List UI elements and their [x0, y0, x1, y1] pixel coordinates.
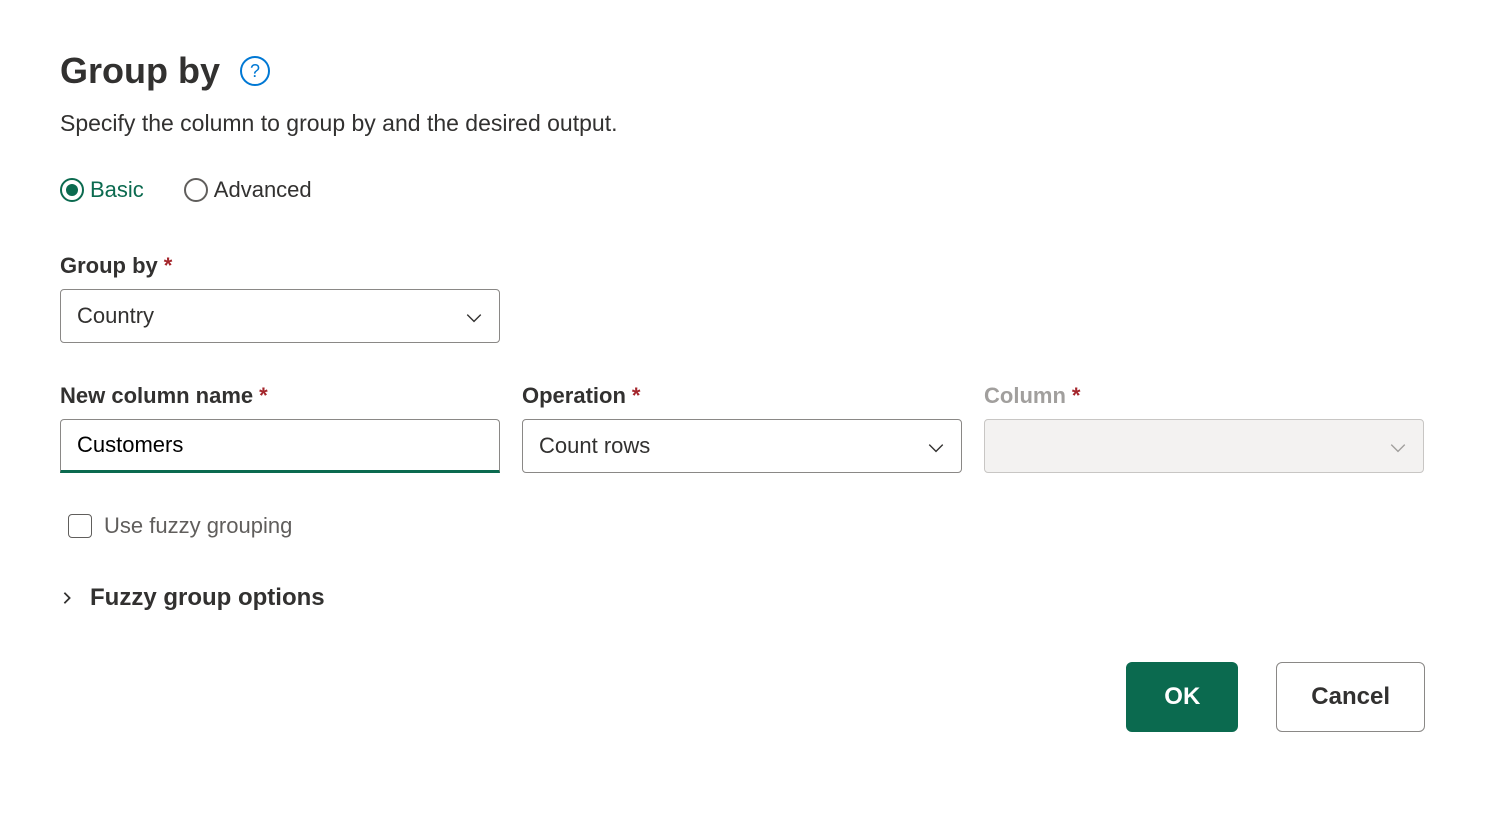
operation-label-text: Operation	[522, 383, 626, 409]
fuzzy-grouping-checkbox[interactable]: Use fuzzy grouping	[60, 513, 1428, 539]
required-asterisk: *	[1072, 383, 1081, 409]
new-column-field: New column name *	[60, 383, 500, 473]
operation-dropdown[interactable]: Count rows	[522, 419, 962, 473]
radio-basic-label: Basic	[90, 177, 144, 203]
group-by-label: Group by *	[60, 253, 1428, 279]
chevron-down-icon	[927, 437, 945, 455]
group-by-field: Group by * Country	[60, 253, 1428, 343]
required-asterisk: *	[632, 383, 641, 409]
radio-unselected-icon	[184, 178, 208, 202]
column-label-text: Column	[984, 383, 1066, 409]
dialog-description: Specify the column to group by and the d…	[60, 110, 1428, 137]
column-field: Column *	[984, 383, 1424, 473]
operation-label: Operation *	[522, 383, 962, 409]
radio-advanced[interactable]: Advanced	[184, 177, 312, 203]
required-asterisk: *	[259, 383, 268, 409]
required-asterisk: *	[164, 253, 173, 279]
radio-basic[interactable]: Basic	[60, 177, 144, 203]
new-column-input[interactable]	[60, 419, 500, 473]
column-label: Column *	[984, 383, 1424, 409]
dialog-header: Group by ?	[60, 50, 1428, 92]
help-icon[interactable]: ?	[240, 56, 270, 86]
mode-radio-group: Basic Advanced	[60, 177, 1428, 203]
dialog-title: Group by	[60, 50, 220, 92]
footer-buttons: OK Cancel	[60, 662, 1425, 732]
operation-field: Operation * Count rows	[522, 383, 962, 473]
group-by-value: Country	[77, 303, 465, 329]
group-by-dropdown[interactable]: Country	[60, 289, 500, 343]
chevron-down-icon	[465, 307, 483, 325]
checkbox-unchecked-icon	[68, 514, 92, 538]
cancel-button[interactable]: Cancel	[1276, 662, 1425, 732]
fuzzy-options-expander[interactable]: Fuzzy group options	[60, 584, 1428, 612]
new-column-label: New column name *	[60, 383, 500, 409]
fuzzy-checkbox-label: Use fuzzy grouping	[104, 513, 292, 539]
radio-selected-icon	[60, 178, 84, 202]
fuzzy-expander-label: Fuzzy group options	[90, 584, 325, 612]
radio-advanced-label: Advanced	[214, 177, 312, 203]
chevron-down-icon	[1389, 437, 1407, 455]
ok-button[interactable]: OK	[1126, 662, 1238, 732]
fields-row: New column name * Operation * Count rows…	[60, 383, 1428, 473]
operation-value: Count rows	[539, 433, 927, 459]
chevron-right-icon	[60, 591, 74, 605]
group-by-label-text: Group by	[60, 253, 158, 279]
column-dropdown[interactable]	[984, 419, 1424, 473]
new-column-label-text: New column name	[60, 383, 253, 409]
